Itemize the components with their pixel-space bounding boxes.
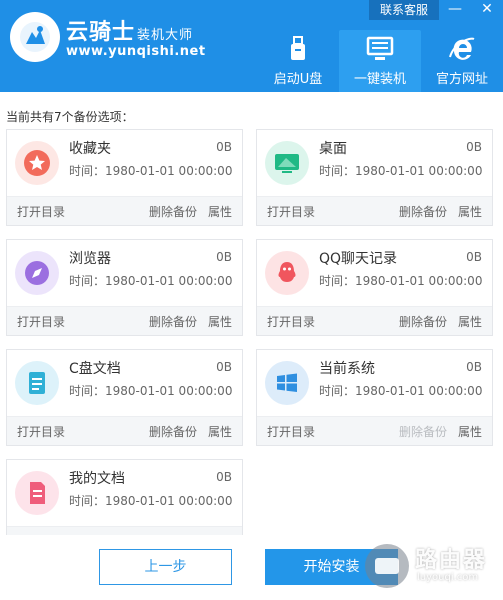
properties-link[interactable]: 属性 — [208, 423, 232, 440]
watermark: 路由器 luyouqi.com — [365, 542, 495, 590]
nav-official-site-label: 官方网址 — [435, 72, 488, 87]
open-directory-link[interactable]: 打开目录 — [17, 313, 65, 330]
monitor-icon — [339, 34, 421, 64]
delete-backup-link[interactable]: 删除备份 — [149, 423, 197, 440]
brand-subtitle: 装机大师 — [137, 28, 194, 43]
delete-backup-link-disabled: 删除备份 — [399, 425, 448, 439]
backup-time: 时间：1980-01-01 00:00:00 — [69, 164, 233, 178]
backup-card-desktop: 桌面 0B 时间：1980-01-01 00:00:00 打开目录 删除备份 属… — [256, 129, 493, 226]
backup-summary: 当前共有7个备份选项： — [6, 110, 134, 124]
document-icon — [15, 361, 59, 405]
backup-card-c-drive-docs: C盘文档 0B 时间：1980-01-01 00:00:00 打开目录 删除备份… — [6, 349, 243, 446]
backup-size: 0B — [216, 250, 232, 264]
backup-size: 0B — [216, 140, 232, 154]
desktop-icon — [265, 141, 309, 185]
open-directory-link[interactable]: 打开目录 — [267, 313, 315, 330]
backup-card-browser: 浏览器 0B 时间：1980-01-01 00:00:00 打开目录 删除备份 … — [6, 239, 243, 336]
nav-one-click-install[interactable]: 一键装机 — [339, 30, 421, 92]
usb-icon — [257, 34, 339, 64]
backup-name: 浏览器 — [69, 251, 111, 267]
delete-backup-link[interactable]: 删除备份 — [399, 203, 447, 220]
backup-size: 0B — [216, 360, 232, 374]
backup-name: 我的文档 — [69, 471, 125, 487]
backup-name: C盘文档 — [69, 361, 121, 377]
nav-usb-boot-label: 启动U盘 — [273, 72, 323, 87]
properties-link[interactable]: 属性 — [458, 423, 482, 440]
compass-icon — [15, 251, 59, 295]
backup-time: 时间：1980-01-01 00:00:00 — [319, 384, 483, 398]
backup-time: 时间：1980-01-01 00:00:00 — [69, 384, 233, 398]
brand-title: 云骑士 装机大师 — [66, 20, 194, 45]
backup-card-current-system: 当前系统 0B 时间：1980-01-01 00:00:00 打开目录 删除备份… — [256, 349, 493, 446]
backup-time: 时间：1980-01-01 00:00:00 — [69, 494, 233, 508]
qq-icon — [265, 251, 309, 295]
minimize-button[interactable]: — — [439, 0, 471, 20]
nav-one-click-install-label: 一键装机 — [353, 72, 406, 87]
properties-link[interactable]: 属性 — [458, 313, 482, 330]
open-directory-link[interactable]: 打开目录 — [17, 203, 65, 220]
delete-backup-link[interactable]: 删除备份 — [149, 203, 197, 220]
delete-backup-link[interactable]: 删除备份 — [149, 313, 197, 330]
backup-name: QQ聊天记录 — [319, 251, 398, 267]
watermark-url: luyouqi.com — [417, 572, 479, 583]
backup-size: 0B — [216, 470, 232, 484]
properties-link[interactable]: 属性 — [208, 313, 232, 330]
backup-time: 时间：1980-01-01 00:00:00 — [319, 274, 483, 288]
ie-icon — [421, 34, 503, 64]
yunqishi-logo — [10, 12, 60, 62]
my-docs-icon — [15, 471, 59, 515]
app-header: 云骑士 装机大师 www.yunqishi.net 联系客服 — ✕ 启动U盘 一… — [0, 0, 503, 92]
previous-step-button[interactable]: 上一步 — [99, 549, 232, 585]
backup-time: 时间：1980-01-01 00:00:00 — [319, 164, 483, 178]
backup-time: 时间：1980-01-01 00:00:00 — [69, 274, 233, 288]
open-directory-link[interactable]: 打开目录 — [17, 423, 65, 440]
nav-usb-boot[interactable]: 启动U盘 — [257, 30, 339, 92]
nav-official-site[interactable]: 官方网址 — [421, 30, 503, 92]
backup-size: 0B — [466, 250, 482, 264]
backup-name: 当前系统 — [319, 361, 375, 377]
open-directory-link[interactable]: 打开目录 — [267, 203, 315, 220]
backup-card-favorites: 收藏夹 0B 时间：1980-01-01 00:00:00 打开目录 删除备份 … — [6, 129, 243, 226]
properties-link[interactable]: 属性 — [458, 203, 482, 220]
backup-size: 0B — [466, 140, 482, 154]
close-button[interactable]: ✕ — [471, 0, 503, 20]
properties-link[interactable]: 属性 — [208, 203, 232, 220]
router-logo-icon — [365, 544, 409, 588]
open-directory-link[interactable]: 打开目录 — [267, 423, 315, 440]
watermark-title: 路由器 — [415, 548, 488, 573]
backup-name: 桌面 — [319, 141, 347, 157]
windows-icon — [265, 361, 309, 405]
backup-size: 0B — [466, 360, 482, 374]
brand-url: www.yunqishi.net — [66, 44, 206, 59]
delete-backup-link[interactable]: 删除备份 — [399, 313, 447, 330]
star-icon — [15, 141, 59, 185]
backup-name: 收藏夹 — [69, 141, 111, 157]
main-nav: 启动U盘 一键装机 官方网址 — [257, 30, 503, 92]
contact-support-button[interactable]: 联系客服 — [369, 0, 439, 20]
backup-card-qq-chat: QQ聊天记录 0B 时间：1980-01-01 00:00:00 打开目录 删除… — [256, 239, 493, 336]
window-controls: 联系客服 — ✕ — [369, 0, 503, 20]
